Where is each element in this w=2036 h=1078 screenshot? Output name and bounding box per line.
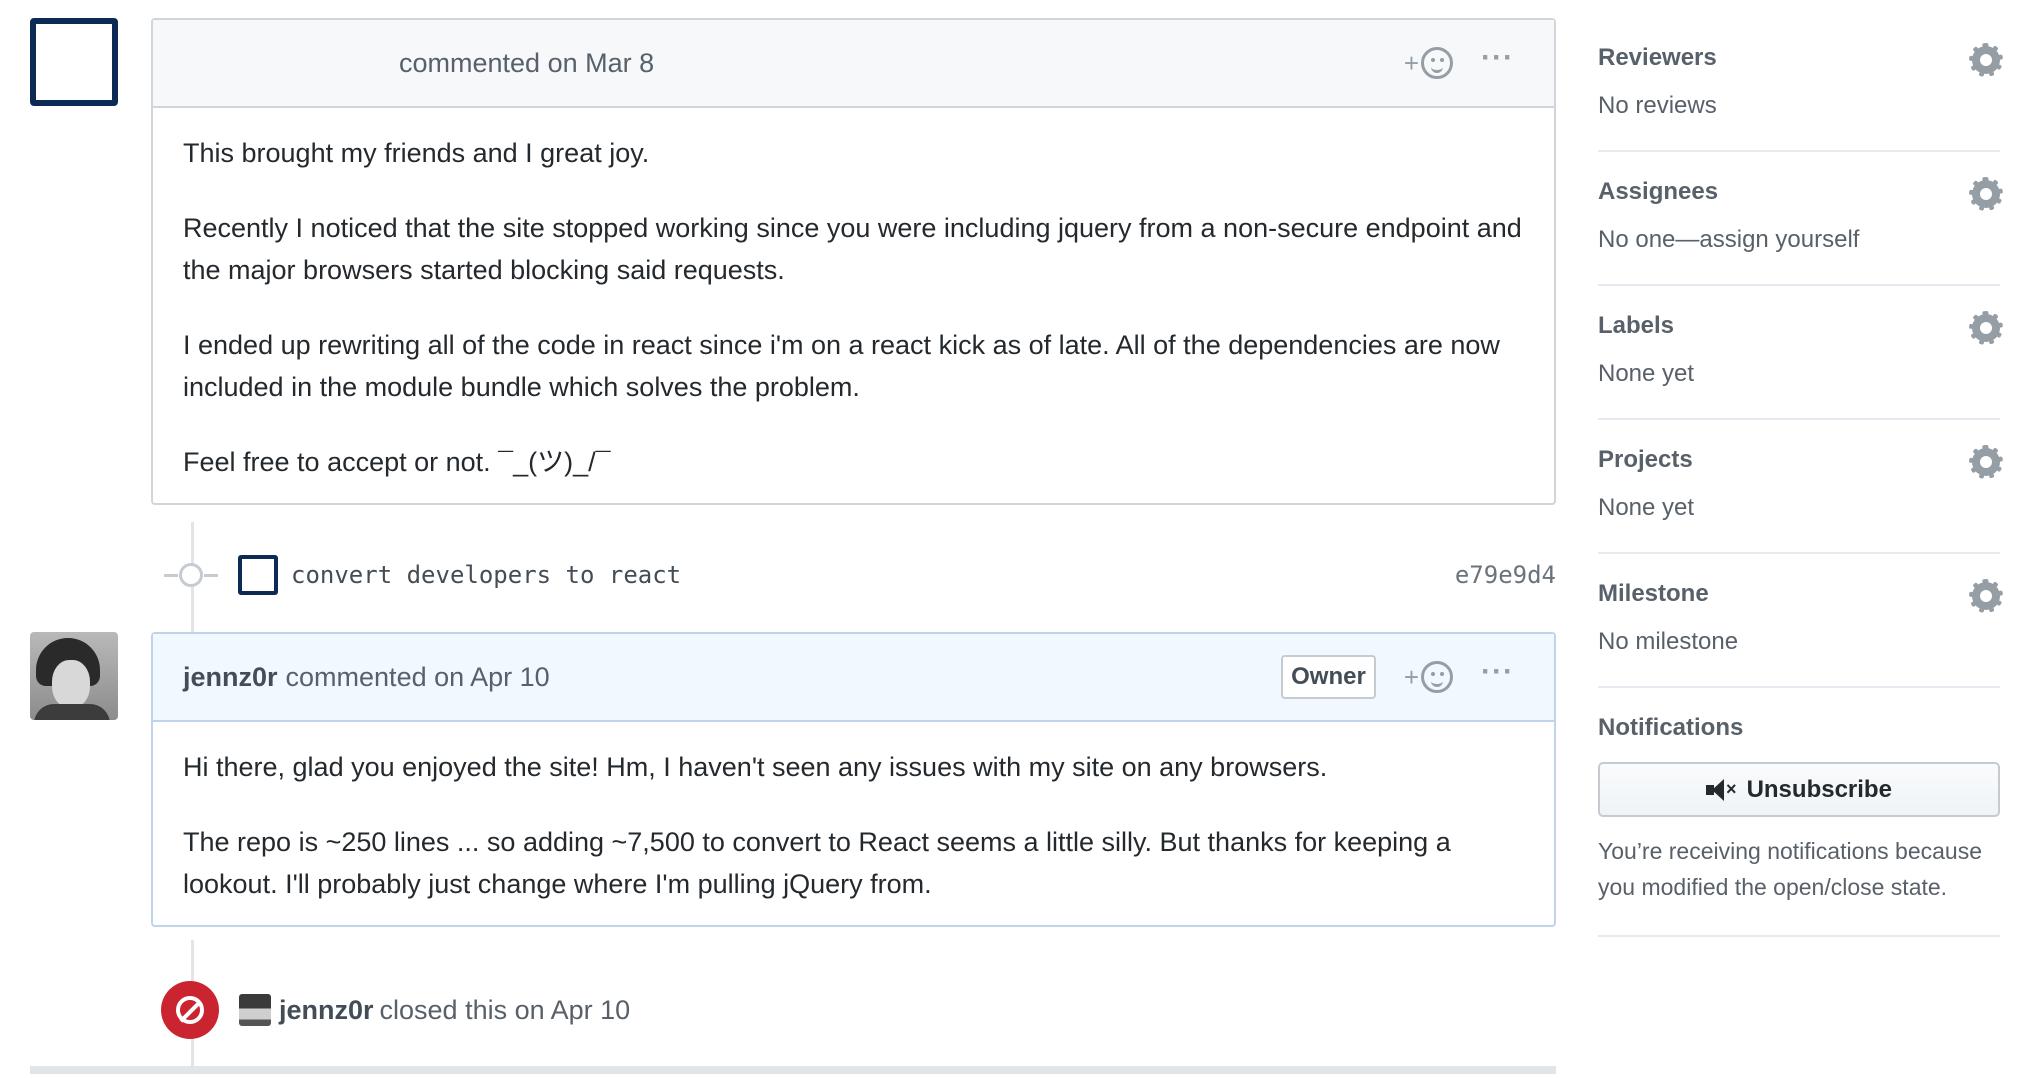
comment-author[interactable]: jennz0r bbox=[183, 662, 278, 693]
gear-icon[interactable] bbox=[1969, 311, 2003, 345]
sidebar-heading[interactable]: Reviewers bbox=[1598, 44, 2000, 72]
comment-actions: Owner + ··· bbox=[1281, 634, 1514, 720]
comment-header: commented on Mar 8 + ··· bbox=[153, 20, 1554, 108]
smiley-reaction-icon bbox=[1421, 661, 1454, 693]
comment-body: This brought my friends and I great joy.… bbox=[153, 108, 1554, 503]
gear-icon[interactable] bbox=[1969, 177, 2003, 211]
comment-meta[interactable]: commented on Mar 8 bbox=[399, 48, 654, 79]
comment-card: jennz0r commented on Apr 10 Owner + ··· … bbox=[151, 632, 1556, 927]
closer-avatar[interactable] bbox=[239, 994, 271, 1026]
commit-author-avatar[interactable] bbox=[238, 555, 278, 595]
commit-message[interactable]: convert developers to react bbox=[291, 561, 681, 589]
sidebar-notifications: Notifications × Unsubscribe You’re recei… bbox=[1598, 688, 2000, 937]
commit-event: convert developers to react e79e9d4 bbox=[151, 552, 1556, 598]
sidebar-value: No milestone bbox=[1598, 628, 1739, 655]
add-reaction-button[interactable]: + bbox=[1404, 47, 1454, 79]
avatar-shirt bbox=[34, 704, 110, 720]
sidebar-milestone: Milestone No milestone bbox=[1598, 554, 2003, 688]
comment-paragraph: I ended up rewriting all of the code in … bbox=[183, 330, 1500, 402]
closed-event-text: jennz0r closed this on Apr 10 bbox=[279, 995, 630, 1026]
closer-author[interactable]: jennz0r bbox=[279, 995, 374, 1025]
comment-meta[interactable]: commented on Apr 10 bbox=[286, 662, 550, 693]
sidebar: Reviewers No reviews Assignees No one—as… bbox=[1598, 18, 2003, 937]
comment-actions: + ··· bbox=[1404, 20, 1514, 106]
comment-paragraph: This brought my friends and I great joy. bbox=[183, 138, 650, 168]
sidebar-labels: Labels None yet bbox=[1598, 286, 2003, 420]
timeline-bottom-divider bbox=[30, 1066, 1556, 1074]
sidebar-heading: Notifications bbox=[1598, 714, 1744, 741]
comment-body: Hi there, glad you enjoyed the site! Hm,… bbox=[153, 722, 1554, 925]
comment-header: jennz0r commented on Apr 10 Owner + ··· bbox=[153, 634, 1554, 722]
comment-paragraph: Feel free to accept or not. ¯_(ツ)_/¯ bbox=[183, 447, 611, 477]
unsubscribe-label: Unsubscribe bbox=[1746, 775, 1892, 803]
gear-icon[interactable] bbox=[1969, 43, 2003, 77]
closed-issue-icon bbox=[161, 981, 219, 1039]
comment-paragraph: Hi there, glad you enjoyed the site! Hm,… bbox=[183, 752, 1328, 782]
sidebar-assignees: Assignees No one—assign yourself bbox=[1598, 152, 2003, 286]
closed-event-desc[interactable]: closed this on Apr 10 bbox=[380, 995, 631, 1025]
gear-icon[interactable] bbox=[1969, 445, 2003, 479]
sidebar-heading[interactable]: Labels bbox=[1598, 312, 2000, 340]
commit-node-icon bbox=[164, 563, 218, 587]
comment-paragraph: Recently I noticed that the site stopped… bbox=[183, 213, 1522, 285]
unsubscribe-button[interactable]: × Unsubscribe bbox=[1598, 762, 2000, 817]
owner-badge: Owner bbox=[1281, 655, 1376, 699]
author-avatar[interactable] bbox=[30, 18, 118, 106]
sidebar-projects: Projects None yet bbox=[1598, 420, 2003, 554]
gear-icon[interactable] bbox=[1969, 579, 2003, 613]
comment-paragraph: The repo is ~250 lines ... so adding ~7,… bbox=[183, 827, 1451, 899]
sidebar-value[interactable]: No one—assign yourself bbox=[1598, 226, 2000, 254]
sidebar-value: None yet bbox=[1598, 360, 1695, 387]
closed-event: jennz0r closed this on Apr 10 bbox=[151, 975, 1556, 1045]
comment-card: commented on Mar 8 + ··· This brought my… bbox=[151, 18, 1556, 505]
mute-icon: × bbox=[1706, 778, 1737, 801]
sidebar-value: No reviews bbox=[1598, 92, 1717, 119]
avatar-face bbox=[52, 660, 90, 708]
sidebar-heading[interactable]: Projects bbox=[1598, 446, 2000, 474]
add-reaction-button[interactable]: + bbox=[1404, 661, 1454, 693]
commit-sha[interactable]: e79e9d4 bbox=[1455, 561, 1556, 589]
more-options-icon[interactable]: ··· bbox=[1481, 657, 1514, 687]
sidebar-heading[interactable]: Assignees bbox=[1598, 178, 2000, 206]
sidebar-heading[interactable]: Milestone bbox=[1598, 580, 2000, 608]
more-options-icon[interactable]: ··· bbox=[1481, 43, 1514, 73]
smiley-reaction-icon bbox=[1421, 47, 1454, 79]
sidebar-value: None yet bbox=[1598, 494, 1695, 521]
notification-reason: You’re receiving notifications because y… bbox=[1598, 838, 1983, 900]
sidebar-reviewers: Reviewers No reviews bbox=[1598, 18, 2003, 152]
author-avatar[interactable] bbox=[30, 632, 118, 720]
